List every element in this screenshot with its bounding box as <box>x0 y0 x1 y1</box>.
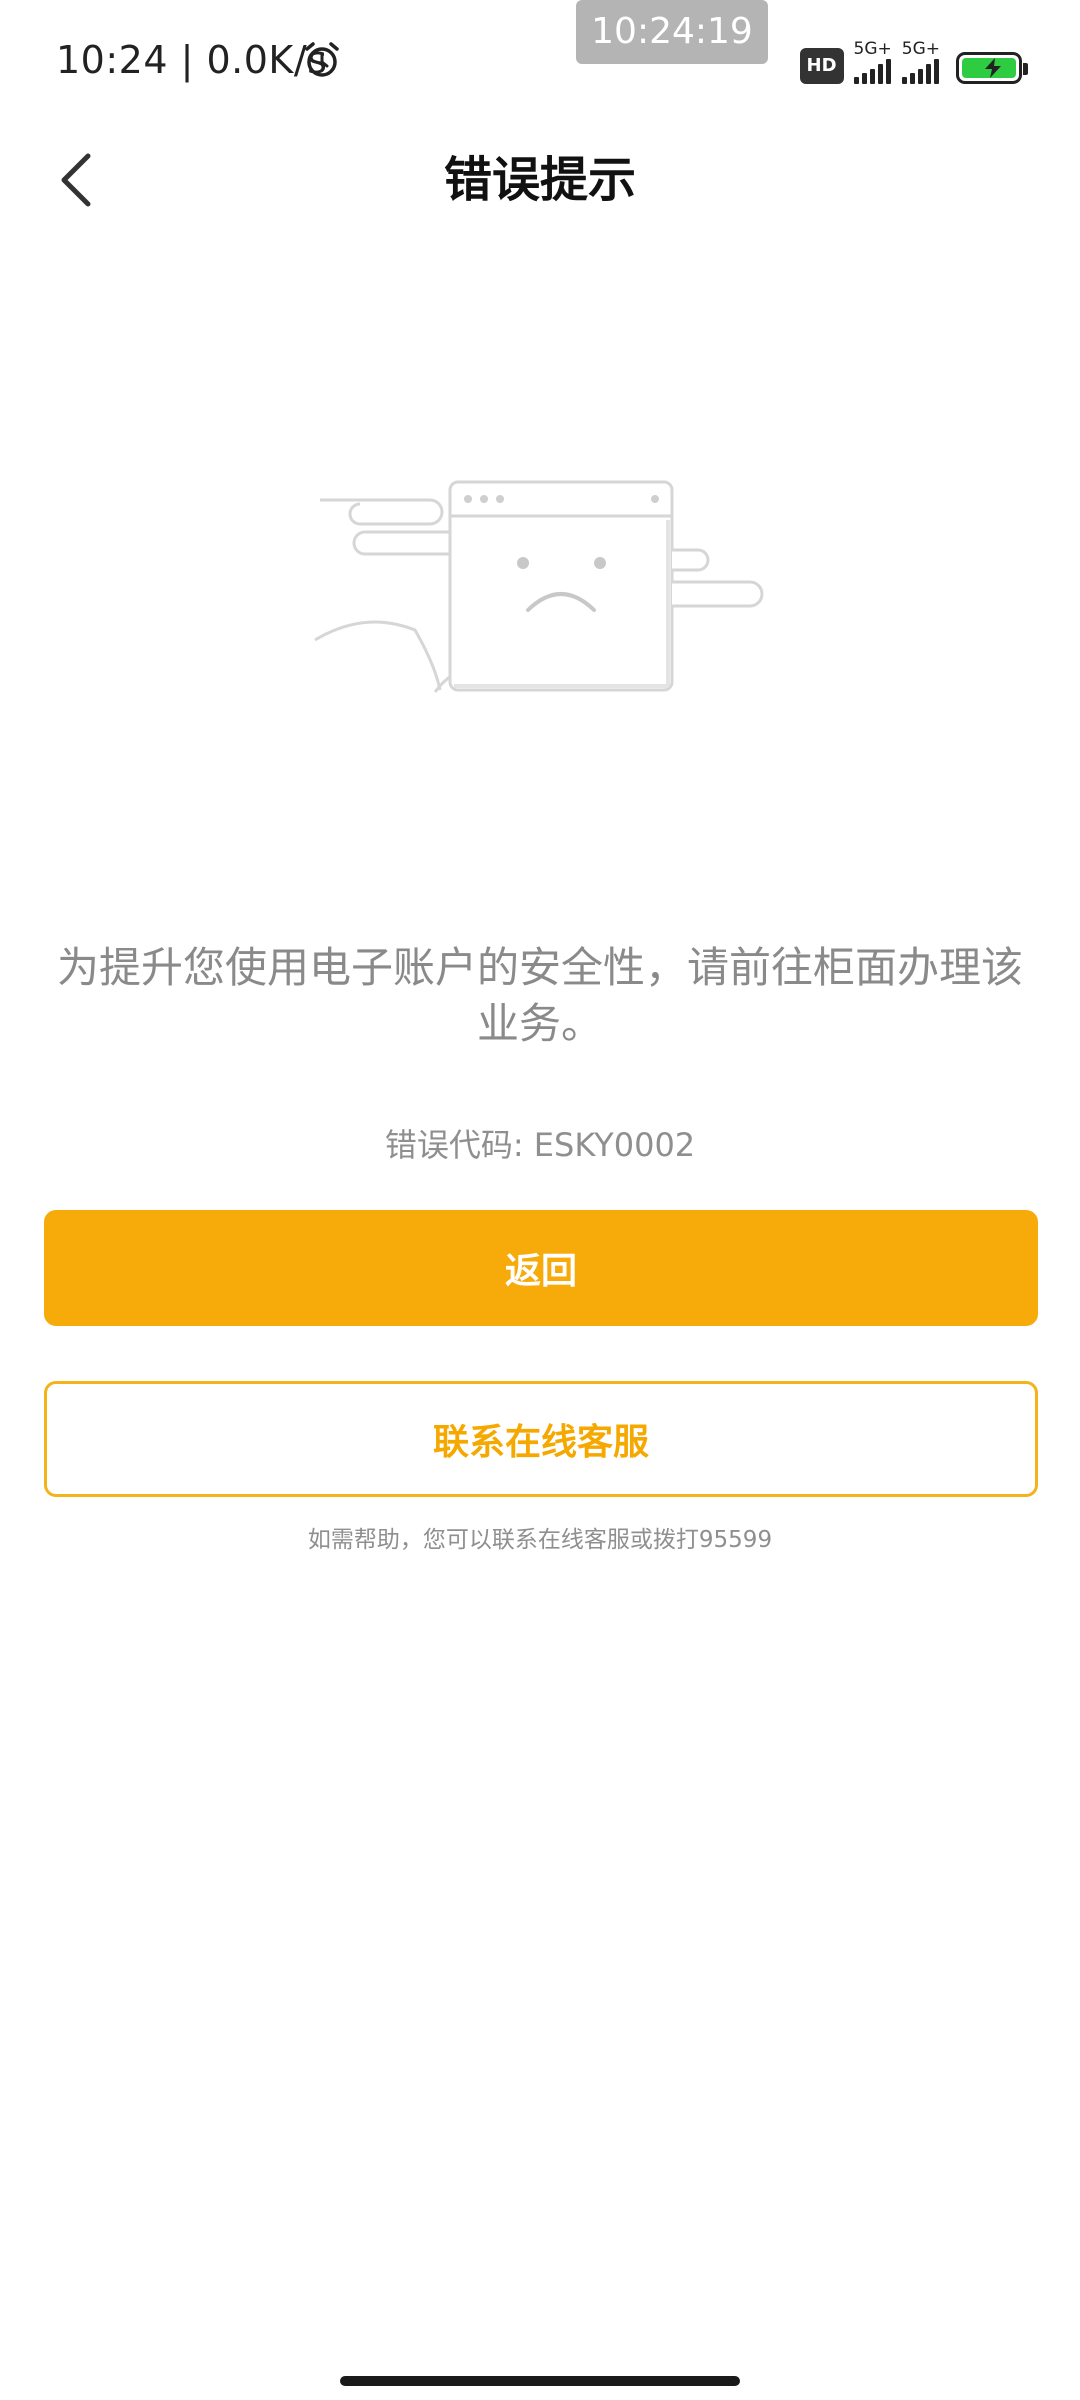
error-code-value: ESKY0002 <box>533 1126 696 1164</box>
network-1-label: 5G+ <box>853 39 892 59</box>
chevron-left-icon <box>61 153 91 207</box>
hd-badge: HD <box>799 48 844 84</box>
status-indicators: HD 5G+ 5G+ <box>799 39 1028 84</box>
back-button[interactable] <box>36 130 116 230</box>
signal-1-icon <box>853 58 891 84</box>
home-indicator[interactable] <box>340 2376 740 2386</box>
page-title: 错误提示 <box>443 152 636 208</box>
nav-bar: 错误提示 <box>0 120 1080 240</box>
error-code-label: 错误代码: <box>384 1126 524 1164</box>
error-message: 为提升您使用电子账户的安全性，请前往柜面办理该业务。 <box>56 943 1023 1048</box>
network-1: 5G+ <box>853 39 892 84</box>
sad-browser-window-icon <box>314 480 764 693</box>
network-2-label: 5G+ <box>901 39 940 59</box>
help-text: 如需帮助，您可以联系在线客服或拨打95599 <box>307 1527 773 1553</box>
battery-cap <box>1023 63 1028 75</box>
alarm-icon <box>305 42 339 77</box>
error-code: 错误代码: ESKY0002 <box>0 1120 1080 1166</box>
battery-level <box>962 58 1016 78</box>
overlay-clock: 10:24:19 <box>576 0 768 64</box>
status-bar: 10:24 | 0.0K/s 10:24:19 HD 5G+ 5G+ <box>0 0 1080 120</box>
return-button[interactable]: 返回 <box>44 1210 1038 1326</box>
battery-icon <box>956 52 1028 84</box>
contact-support-button[interactable]: 联系在线客服 <box>44 1381 1038 1497</box>
error-screen: 10:24 | 0.0K/s 10:24:19 HD 5G+ 5G+ 错误提示 … <box>0 0 1080 2400</box>
charging-bolt-icon <box>985 58 1001 78</box>
signal-2-icon <box>901 58 939 84</box>
status-time-speed: 10:24 | 0.0K/s <box>56 38 328 82</box>
network-2: 5G+ <box>901 39 940 84</box>
